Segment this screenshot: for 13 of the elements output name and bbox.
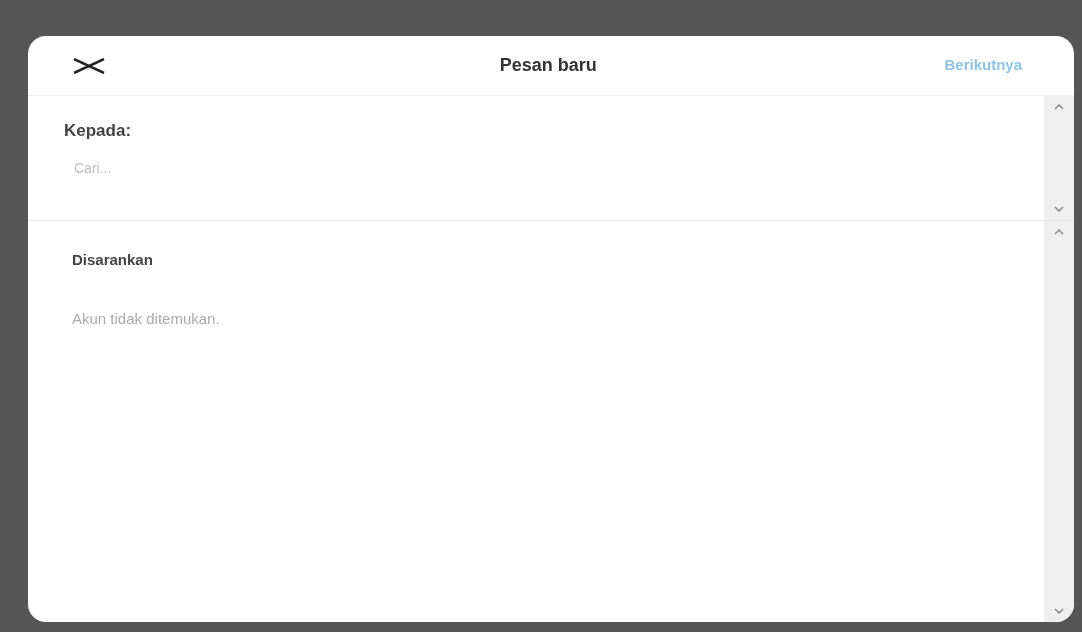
recipient-label: Kepada:	[64, 120, 133, 142]
next-button[interactable]: Berikutnya	[944, 54, 1022, 77]
scrollbar[interactable]	[1044, 221, 1074, 622]
scroll-down-icon[interactable]	[1054, 608, 1064, 614]
search-field[interactable]: Cari...	[74, 157, 374, 179]
empty-message: Akun tidak ditemukan.	[72, 308, 221, 329]
close-icon	[72, 57, 106, 74]
scroll-down-icon[interactable]	[1054, 206, 1064, 212]
section-heading: Disarankan	[72, 250, 154, 270]
dialog-title: Pesan baru	[499, 54, 597, 77]
scrollbar[interactable]	[1044, 96, 1074, 220]
scroll-up-icon[interactable]	[1054, 229, 1064, 235]
scroll-up-icon[interactable]	[1054, 104, 1064, 110]
